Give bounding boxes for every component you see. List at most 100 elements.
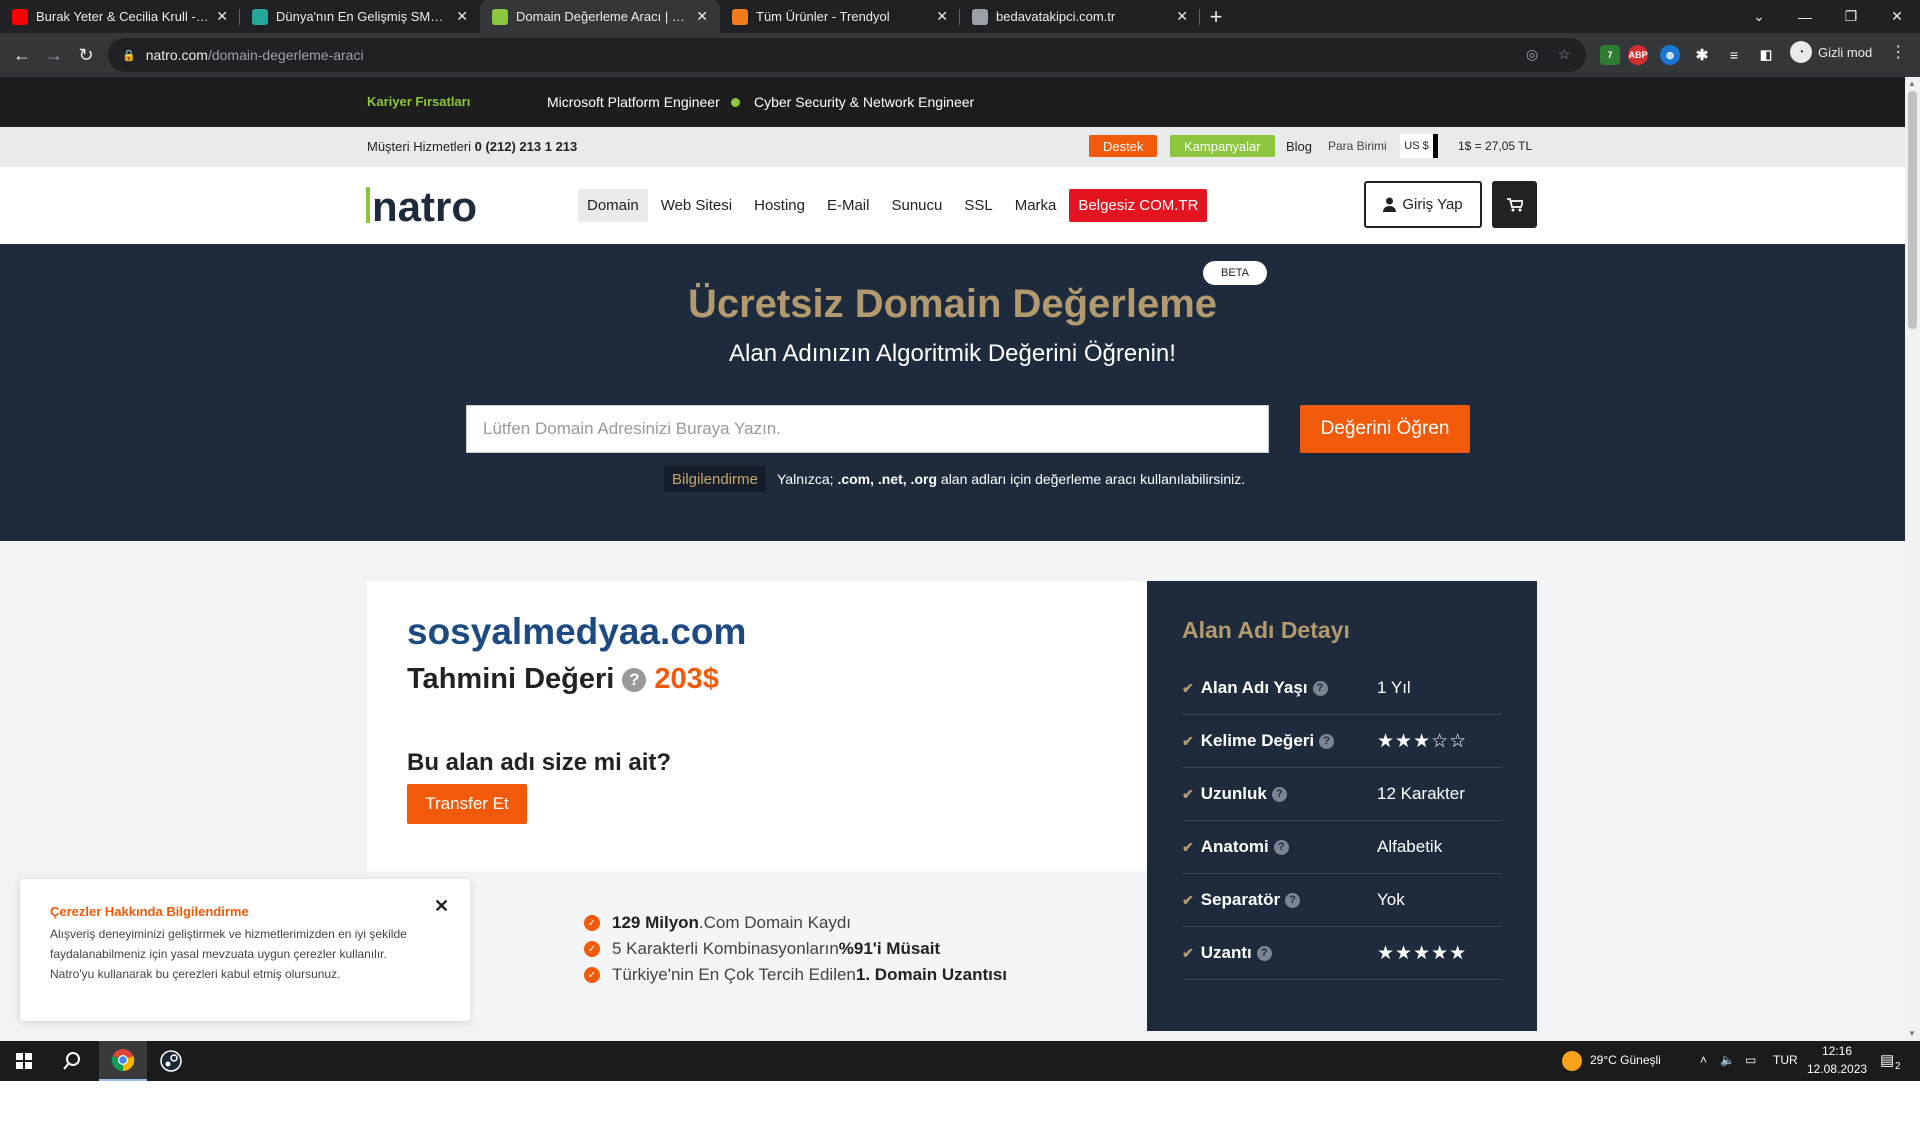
weather-text[interactable]: 29°C Güneşli	[1590, 1053, 1661, 1067]
detail-key: ✔ Uzunluk?	[1182, 784, 1377, 804]
cookie-title: Çerezler Hakkında Bilgilendirme	[50, 904, 249, 919]
value-price: 203$	[654, 663, 719, 695]
info-label: Bilgilendirme	[664, 466, 766, 492]
login-button[interactable]: Giriş Yap	[1364, 181, 1482, 228]
adblock-icon[interactable]: ABP	[1628, 45, 1648, 65]
extension-globe-icon[interactable]: ◍	[1660, 45, 1680, 65]
main-navigation: natro Domain Web Sitesi Hosting E-Mail Sunuc…	[0, 167, 1905, 244]
clock-time[interactable]: 12:16	[1822, 1044, 1852, 1058]
detail-title: Alan Adı Detayı	[1182, 617, 1350, 643]
eye-off-icon[interactable]: ◎	[1526, 46, 1538, 63]
currency-select[interactable]: US $	[1400, 134, 1438, 158]
weather-icon[interactable]	[1562, 1051, 1582, 1071]
chrome-taskbar-icon[interactable]	[99, 1041, 147, 1081]
incognito-label: Gizli mod	[1818, 44, 1873, 60]
campaigns-button[interactable]: Kampanyalar	[1170, 135, 1275, 157]
phone-number[interactable]: 0 (212) 213 1 213	[475, 139, 578, 154]
search-icon[interactable]	[48, 1041, 96, 1081]
address-bar[interactable]: 🔒 natro.com/domain-degerleme-araci ◎ ☆	[108, 38, 1586, 72]
extensions-puzzle-icon[interactable]: ✱	[1692, 45, 1712, 65]
nav-item[interactable]: Hosting	[745, 189, 814, 222]
support-button[interactable]: Destek	[1089, 135, 1158, 157]
scrollbar-thumb[interactable]	[1908, 91, 1917, 329]
minimize-button[interactable]: —	[1782, 0, 1828, 33]
help-icon[interactable]: ?	[1285, 892, 1301, 908]
page-viewport: Kariyer Fırsatları Microsoft Platform En…	[0, 77, 1905, 1041]
natro-logo[interactable]: natro	[364, 177, 544, 233]
blog-link[interactable]: Blog	[1286, 139, 1312, 154]
nav-item[interactable]: SSL	[955, 189, 1001, 222]
nav-item[interactable]: Marka	[1006, 189, 1066, 222]
browser-tab[interactable]: Tüm Ürünler - Trendyol ✕	[720, 0, 960, 33]
domain-search-input[interactable]: Lütfen Domain Adresinizi Buraya Yazın.	[466, 405, 1269, 453]
tab-title: Burak Yeter & Cecilia Krull - My Life Is…	[36, 9, 211, 24]
page-scrollbar[interactable]: ▲ ▼	[1905, 77, 1920, 1041]
tab-close-icon[interactable]: ✕	[456, 8, 468, 25]
nav-item[interactable]: Web Sitesi	[652, 189, 741, 222]
new-tab-button[interactable]: +	[1200, 0, 1232, 33]
help-icon[interactable]: ?	[622, 667, 647, 692]
nav-item[interactable]: Sunucu	[882, 189, 951, 222]
career-job-2[interactable]: Cyber Security & Network Engineer	[754, 94, 974, 110]
clock-date[interactable]: 12.08.2023	[1807, 1062, 1867, 1076]
help-icon[interactable]: ?	[1312, 680, 1328, 696]
browser-tab[interactable]: bedavatakipci.com.tr ✕	[960, 0, 1200, 33]
more-menu-icon[interactable]: ⋮	[1890, 42, 1906, 62]
tray-chevron-icon[interactable]: ˄	[1700, 1053, 1707, 1067]
feature-highlight: 129 Milyon	[612, 913, 699, 932]
tab-search-icon[interactable]: ⌄	[1736, 0, 1782, 33]
trendyol-icon	[732, 8, 748, 25]
notification-icon[interactable]: ▤	[1880, 1051, 1894, 1069]
browser-tab[interactable]: Burak Yeter & Cecilia Krull - My Life Is…	[0, 0, 240, 33]
tab-close-icon[interactable]: ✕	[696, 8, 708, 25]
tab-close-icon[interactable]: ✕	[936, 8, 948, 25]
star-rating: ★★★☆☆	[1377, 730, 1468, 752]
help-icon[interactable]: ?	[1256, 945, 1272, 961]
detail-row: ✔ Uzantı? ★★★★★	[1182, 927, 1502, 980]
evaluate-button[interactable]: Değerini Öğren	[1300, 405, 1470, 453]
windows-start-icon[interactable]	[0, 1041, 48, 1081]
smm-icon	[252, 8, 268, 25]
windows-taskbar: 29°C Güneşli ˄ 🔈 ▭ TUR 12:16 12.08.2023 …	[0, 1041, 1920, 1081]
cookie-notice: Çerezler Hakkında Bilgilendirme Alışveri…	[20, 879, 470, 1021]
media-queue-icon[interactable]: ≡	[1724, 45, 1744, 65]
value-label: Tahmini Değeri	[407, 663, 615, 695]
close-window-button[interactable]: ✕	[1874, 0, 1920, 33]
bookmark-star-icon[interactable]: ☆	[1558, 46, 1571, 63]
forward-button[interactable]: →	[38, 39, 70, 71]
incognito-indicator[interactable]: ◔ Gizli mod ⋮	[1790, 41, 1906, 63]
scroll-up-icon[interactable]: ▲	[1908, 79, 1916, 88]
help-icon[interactable]: ?	[1319, 733, 1335, 749]
close-icon[interactable]: ✕	[434, 896, 449, 917]
network-icon[interactable]: ▭	[1745, 1053, 1756, 1067]
check-icon: ✓	[584, 941, 600, 957]
cart-button[interactable]	[1492, 181, 1537, 228]
side-panel-icon[interactable]: ◧	[1756, 45, 1776, 65]
nav-item[interactable]: Domain	[578, 189, 648, 222]
customer-service: Müşteri Hizmetleri 0 (212) 213 1 213	[367, 139, 577, 154]
ownership-question: Bu alan adı size mi ait?	[407, 749, 672, 776]
nav-item[interactable]: E-Mail	[818, 189, 879, 222]
speaker-icon[interactable]: 🔈	[1720, 1053, 1735, 1067]
careers-label[interactable]: Kariyer Fırsatları	[367, 94, 470, 109]
scroll-down-icon[interactable]: ▼	[1908, 1029, 1916, 1038]
tab-close-icon[interactable]: ✕	[216, 8, 228, 25]
detail-key-label: Uzunluk	[1200, 784, 1267, 803]
browser-tab[interactable]: Domain Değerleme Aracı | Domain ✕	[480, 0, 720, 33]
transfer-button[interactable]: Transfer Et	[407, 784, 527, 824]
language-indicator[interactable]: TUR	[1773, 1053, 1798, 1067]
career-job-1[interactable]: Microsoft Platform Engineer	[547, 94, 720, 110]
back-button[interactable]: ←	[6, 39, 38, 71]
restore-button[interactable]: ❐	[1828, 0, 1874, 33]
detail-key-label: Alan Adı Yaşı	[1200, 678, 1308, 697]
detail-key: ✔ Separatör?	[1182, 890, 1377, 910]
extension-shield-icon[interactable]: 7	[1600, 45, 1620, 65]
reload-button[interactable]: ↻	[70, 39, 102, 71]
help-icon[interactable]: ?	[1273, 839, 1289, 855]
nav-promo-button[interactable]: Belgesiz COM.TR	[1069, 189, 1208, 222]
tab-close-icon[interactable]: ✕	[1176, 8, 1188, 25]
help-icon[interactable]: ?	[1271, 786, 1287, 802]
browser-tab[interactable]: Dünya'nın En Gelişmiş SMMPanel ✕	[240, 0, 480, 33]
estimated-value: Tahmini Değeri ? 203$	[407, 663, 719, 696]
steam-taskbar-icon[interactable]	[147, 1041, 195, 1081]
